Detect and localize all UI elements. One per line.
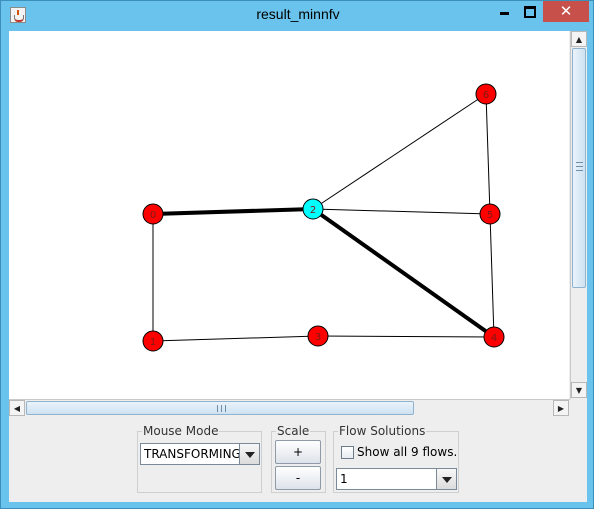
graph-node-label: 4 bbox=[491, 333, 497, 344]
scroll-down-button[interactable]: ▼ bbox=[571, 382, 587, 398]
graph-node-label: 5 bbox=[487, 210, 493, 221]
grip-icon bbox=[576, 162, 583, 171]
scale-panel: Scale + - bbox=[271, 424, 326, 493]
graph-node-0[interactable]: 0 bbox=[142, 203, 164, 225]
arrow-up-icon: ▲ bbox=[575, 34, 583, 44]
graph-node-2[interactable]: 2 bbox=[302, 198, 324, 220]
chevron-down-icon[interactable] bbox=[239, 444, 259, 464]
flow-solutions-panel: Flow Solutions Show all 9 flows. 1 bbox=[333, 424, 459, 493]
zoom-out-button[interactable]: - bbox=[275, 466, 321, 490]
graph-node-4[interactable]: 4 bbox=[483, 326, 505, 348]
horizontal-scrollbar[interactable]: ◀ ▶ bbox=[9, 399, 570, 416]
client-area: 0123456 ▲ ▼ ◀ ▶ Mouse Mode TRANSFORMING … bbox=[9, 31, 587, 502]
graph-canvas[interactable]: 0 1 2 3 4 5 6 bbox=[9, 31, 569, 399]
scroll-corner bbox=[570, 399, 587, 416]
maximize-icon bbox=[524, 5, 536, 18]
vertical-scrollbar[interactable]: ▲ ▼ bbox=[570, 31, 587, 399]
graph-edge-2-4[interactable] bbox=[311, 207, 496, 339]
maximize-button[interactable] bbox=[517, 1, 543, 22]
graph-node-3[interactable]: 3 bbox=[307, 325, 329, 347]
minimize-icon bbox=[499, 12, 509, 15]
graph-node-1[interactable]: 1 bbox=[142, 330, 164, 352]
arrow-left-icon: ◀ bbox=[13, 403, 21, 413]
arrow-down-icon: ▼ bbox=[575, 385, 583, 395]
arrow-right-icon: ▶ bbox=[557, 403, 565, 413]
graph-edge-2-6[interactable] bbox=[312, 93, 487, 210]
minimize-button[interactable] bbox=[491, 1, 517, 22]
horizontal-scroll-thumb[interactable] bbox=[26, 401, 414, 415]
scroll-right-button[interactable]: ▶ bbox=[553, 400, 569, 416]
graph-edge-3-4[interactable] bbox=[317, 335, 495, 338]
scale-title: Scale bbox=[276, 424, 311, 438]
graph-node-label: 0 bbox=[150, 210, 156, 221]
graph-edge-2-5[interactable] bbox=[312, 208, 491, 215]
close-icon: ✕ bbox=[559, 2, 573, 20]
scroll-left-button[interactable]: ◀ bbox=[9, 400, 25, 416]
zoom-in-button[interactable]: + bbox=[275, 440, 321, 464]
title-bar[interactable]: result_minnfv ✕ bbox=[1, 1, 594, 31]
flow-solutions-title: Flow Solutions bbox=[338, 424, 427, 438]
graph-node-label: 3 bbox=[315, 332, 321, 343]
flow-solution-select[interactable]: 1 bbox=[336, 468, 457, 490]
mouse-mode-value: TRANSFORMING bbox=[144, 447, 241, 461]
graph-node-5[interactable]: 5 bbox=[479, 203, 501, 225]
show-all-flows-checkbox[interactable] bbox=[341, 446, 354, 459]
graph-view[interactable]: 0 1 2 3 4 5 6 bbox=[9, 31, 569, 399]
graph-edge-5-4[interactable] bbox=[489, 213, 495, 338]
mouse-mode-select[interactable]: TRANSFORMING bbox=[140, 443, 260, 465]
grip-icon bbox=[217, 405, 226, 412]
graph-edge-6-5[interactable] bbox=[485, 93, 491, 215]
app-window: result_minnfv ✕ 0 1 2 3 4 5 6 ▲ ▼ ◀ ▶ Mouse Mo… bbox=[0, 0, 594, 509]
graph-node-6[interactable]: 6 bbox=[475, 83, 497, 105]
vertical-scroll-thumb[interactable] bbox=[572, 48, 586, 288]
graph-node-label: 1 bbox=[150, 337, 156, 348]
flow-solution-value: 1 bbox=[340, 472, 348, 486]
chevron-down-icon[interactable] bbox=[436, 469, 456, 489]
close-button[interactable]: ✕ bbox=[543, 1, 589, 22]
show-all-flows-label[interactable]: Show all 9 flows. bbox=[357, 445, 457, 459]
mouse-mode-title: Mouse Mode bbox=[142, 424, 220, 438]
graph-node-label: 2 bbox=[310, 205, 316, 216]
graph-edge-0-2[interactable] bbox=[152, 207, 314, 216]
scroll-up-button[interactable]: ▲ bbox=[571, 31, 587, 47]
mouse-mode-panel: Mouse Mode TRANSFORMING bbox=[137, 424, 262, 493]
graph-node-label: 6 bbox=[483, 90, 489, 101]
graph-edge-1-3[interactable] bbox=[152, 335, 319, 342]
